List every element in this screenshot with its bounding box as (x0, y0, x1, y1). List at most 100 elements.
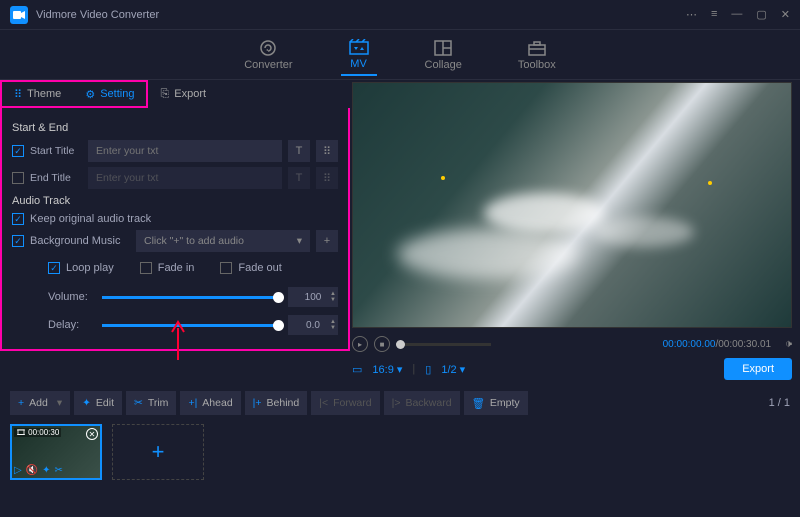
split-select[interactable]: 1/2 ▾ (441, 363, 465, 376)
collage-icon (433, 39, 453, 57)
scissors-icon: ✂ (134, 397, 143, 409)
gear-icon: ⚙ (85, 88, 95, 101)
feedback-icon[interactable]: ⋯ (686, 8, 697, 21)
maximize-icon[interactable]: ▢ (756, 8, 766, 21)
main-area: ⠿ Theme ⚙ Setting ⎘ Export Start & End ✓… (0, 80, 800, 382)
trim-button[interactable]: ✂Trim (126, 391, 176, 415)
mute-icon[interactable]: 🔇 (26, 465, 38, 476)
app-logo (10, 6, 28, 24)
trash-icon: 🗑 (472, 397, 485, 410)
menu-icon[interactable]: ≡ (711, 8, 717, 21)
volume-slider[interactable] (102, 296, 278, 299)
clip-duration: 🎞00:00:30 (14, 428, 61, 437)
end-title-label: End Title (30, 172, 82, 184)
bgm-select[interactable]: Click "+" to add audio ▾ (136, 230, 310, 252)
time-display: 00:00:00.00/00:00:30.01 (663, 339, 771, 350)
titlebar: Vidmore Video Converter ⋯ ≡ — ▢ ✕ (0, 0, 800, 30)
sub-tabs: ⠿ Theme ⚙ Setting ⎘ Export (0, 80, 350, 108)
converter-icon (258, 39, 278, 57)
startend-heading: Start & End (12, 122, 338, 134)
tab-collage-label: Collage (425, 59, 462, 71)
app-title: Vidmore Video Converter (36, 9, 159, 21)
clip-thumbnail[interactable]: 🎞00:00:30 ✕ ▷ 🔇 ✦ ✂ (10, 424, 102, 480)
subtab-setting[interactable]: ⚙ Setting (73, 82, 146, 106)
subtab-export-label: Export (174, 88, 206, 100)
empty-button[interactable]: 🗑Empty (464, 391, 528, 415)
ahead-button[interactable]: +|Ahead (180, 391, 240, 415)
progress-bar[interactable] (396, 343, 491, 346)
subtab-export[interactable]: ⎘ Export (148, 80, 218, 108)
pager: 1 / 1 (769, 397, 790, 409)
start-title-input[interactable] (88, 140, 282, 162)
tab-toolbox[interactable]: Toolbox (510, 35, 564, 75)
grip-icon[interactable]: ⠿ (316, 140, 338, 162)
close-icon[interactable]: ✕ (781, 8, 790, 21)
minimize-icon[interactable]: — (731, 8, 742, 21)
add-button[interactable]: +Add▾ (10, 391, 70, 415)
fadein-checkbox[interactable]: ✓ (140, 262, 152, 274)
export-button[interactable]: Export (724, 358, 792, 380)
play-icon[interactable]: ▷ (14, 465, 22, 476)
delay-label: Delay: (48, 319, 92, 331)
behind-button[interactable]: |+Behind (245, 391, 308, 415)
settings-panel: ⠿ Theme ⚙ Setting ⎘ Export Start & End ✓… (0, 80, 350, 382)
bgm-checkbox[interactable]: ✓ (12, 235, 24, 247)
delay-value[interactable]: 0.0▲▼ (288, 315, 338, 335)
forward-button[interactable]: |<Forward (311, 391, 379, 415)
text-style-icon[interactable]: T (288, 140, 310, 162)
export-icon: ⎘ (160, 88, 169, 101)
add-clip-button[interactable]: + (112, 424, 204, 480)
add-audio-button[interactable]: + (316, 230, 338, 252)
preview-options: ▭ 16:9 ▾ | ▯ 1/2 ▾ Export (352, 356, 792, 382)
bgm-select-value: Click "+" to add audio (144, 235, 244, 247)
fadeout-label: Fade out (238, 262, 281, 274)
loop-label: Loop play (66, 262, 114, 274)
volume-value[interactable]: 100▲▼ (288, 287, 338, 307)
remove-clip-button[interactable]: ✕ (86, 428, 98, 440)
tab-converter-label: Converter (244, 59, 292, 71)
stop-button[interactable]: ■ (374, 336, 390, 352)
effects-icon[interactable]: ✦ (42, 465, 50, 476)
subtab-theme-label: Theme (27, 88, 61, 100)
subtab-theme[interactable]: ⠿ Theme (2, 82, 73, 106)
tab-mv-label: MV (350, 58, 367, 70)
volume-icon[interactable]: 🕩 (785, 338, 792, 351)
forward-icon: |< (319, 397, 328, 409)
backward-icon: |> (392, 397, 401, 409)
loop-checkbox[interactable]: ✓ (48, 262, 60, 274)
delay-slider[interactable] (102, 324, 278, 327)
play-button[interactable]: ▸ (352, 336, 368, 352)
ahead-icon: +| (188, 397, 197, 409)
subtab-setting-label: Setting (100, 88, 134, 100)
audio-heading: Audio Track (12, 195, 338, 207)
trim-icon[interactable]: ✂ (55, 465, 63, 476)
edit-button[interactable]: ✦Edit (74, 391, 122, 415)
start-title-label: Start Title (30, 145, 82, 157)
backward-button[interactable]: |>Backward (384, 391, 460, 415)
fadeout-checkbox[interactable]: ✓ (220, 262, 232, 274)
keep-audio-checkbox[interactable]: ✓ (12, 213, 24, 225)
split-icon: ▯ (425, 363, 431, 376)
chevron-down-icon: ▾ (297, 235, 302, 247)
film-icon: 🎞 (16, 428, 26, 437)
tab-mv[interactable]: MV (341, 34, 377, 76)
playback-controls: ▸ ■ 00:00:00.00/00:00:30.01 🕩 (352, 332, 792, 356)
grip-icon[interactable]: ⠿ (316, 167, 338, 189)
bottom-toolbar: +Add▾ ✦Edit ✂Trim +|Ahead |+Behind |<For… (0, 388, 800, 418)
tab-collage[interactable]: Collage (417, 35, 470, 75)
aspect-select[interactable]: 16:9 ▾ (372, 363, 402, 376)
volume-label: Volume: (48, 291, 92, 303)
video-preview[interactable] (352, 82, 792, 328)
mv-icon (349, 38, 369, 56)
text-style-icon[interactable]: T (288, 167, 310, 189)
end-title-input[interactable] (88, 167, 282, 189)
bgm-label: Background Music (30, 235, 130, 247)
clip-action-icons: ▷ 🔇 ✦ ✂ (14, 465, 63, 476)
tab-converter[interactable]: Converter (236, 35, 300, 75)
fadein-label: Fade in (158, 262, 195, 274)
plus-icon: + (18, 397, 24, 409)
start-title-checkbox[interactable]: ✓ (12, 145, 24, 157)
tab-toolbox-label: Toolbox (518, 59, 556, 71)
preview-panel: ▸ ■ 00:00:00.00/00:00:30.01 🕩 ▭ 16:9 ▾ |… (350, 80, 800, 382)
end-title-checkbox[interactable]: ✓ (12, 172, 24, 184)
